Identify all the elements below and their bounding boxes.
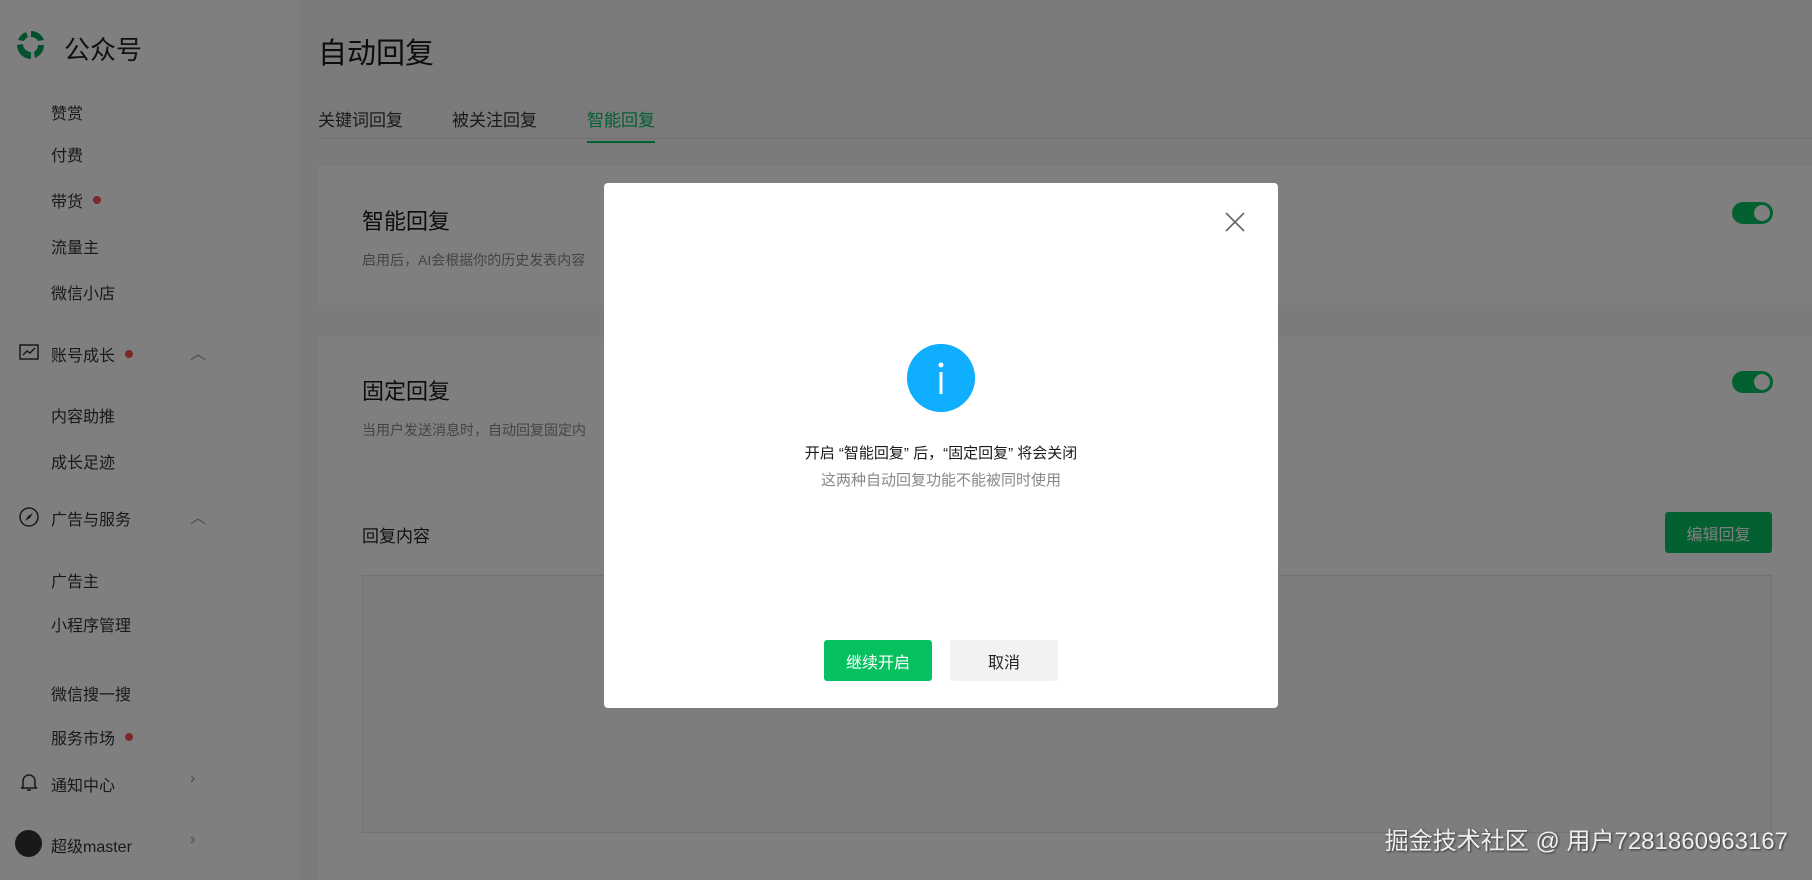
info-icon [907, 344, 975, 412]
dialog-message: 开启 “智能回复” 后，“固定回复” 将会关闭 [804, 445, 1078, 462]
dialog-submessage: 这两种自动回复功能不能被同时使用 [820, 472, 1061, 489]
continue-enable-button[interactable]: 继续开启 [824, 640, 932, 681]
watermark: 掘金技术社区 @ 用户7281860963167 [1384, 828, 1788, 855]
cancel-button[interactable]: 取消 [950, 640, 1058, 681]
confirm-dialog: 开启 “智能回复” 后，“固定回复” 将会关闭 这两种自动回复功能不能被同时使用… [604, 183, 1278, 708]
close-icon[interactable] [1222, 209, 1248, 235]
